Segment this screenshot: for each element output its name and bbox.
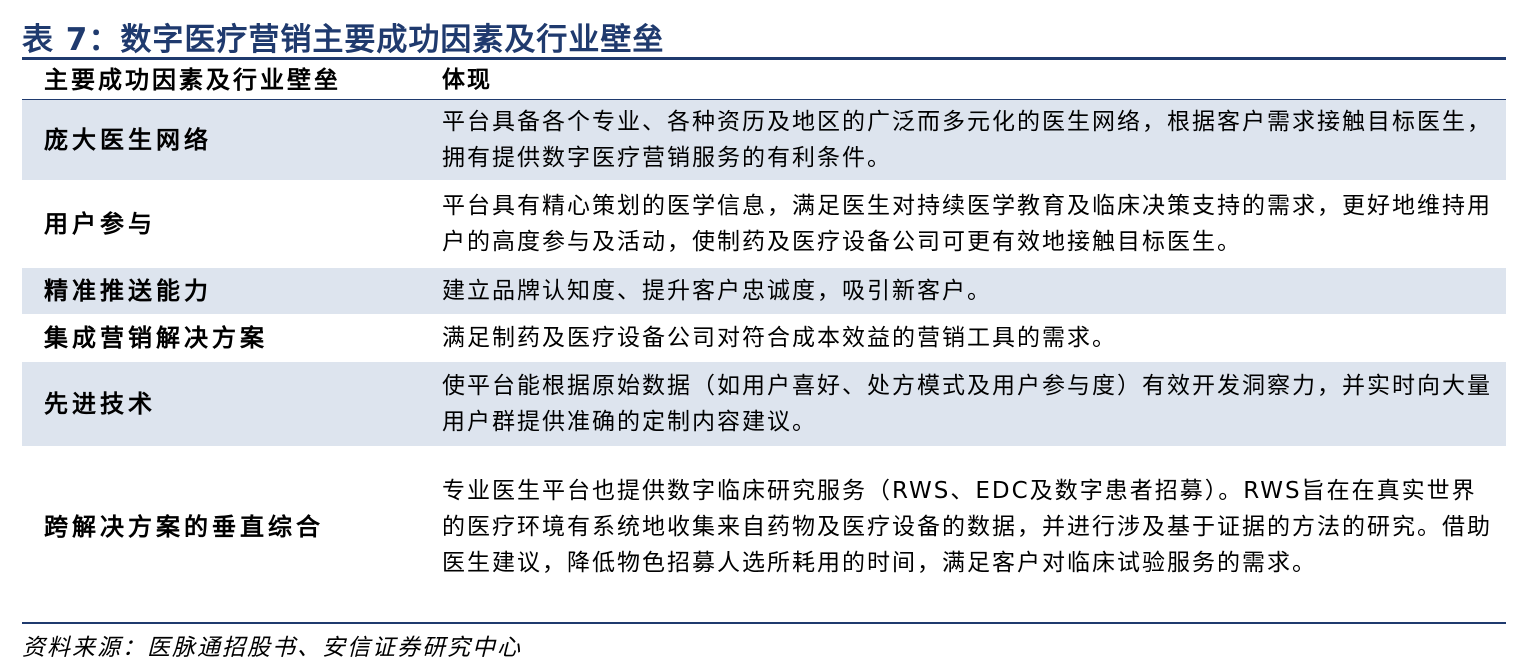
factor-cell: 跨解决方案的垂直综合	[22, 446, 440, 608]
detail-cell: 专业医生平台也提供数字临床研究服务（RWS、EDC及数字患者招募）。RWS旨在在…	[440, 446, 1506, 608]
factor-cell: 精准推送能力	[22, 267, 440, 315]
table-row: 精准推送能力 建立品牌认知度、提升客户忠诚度，吸引新客户。	[22, 267, 1506, 315]
table-row: 集成营销解决方案 满足制药及医疗设备公司对符合成本效益的营销工具的需求。	[22, 314, 1506, 362]
table-header-row: 主要成功因素及行业壁垒 体现	[22, 61, 1506, 100]
detail-cell: 满足制药及医疗设备公司对符合成本效益的营销工具的需求。	[440, 314, 1506, 362]
table-bottom-divider	[22, 622, 1506, 624]
factor-cell: 集成营销解决方案	[22, 314, 440, 362]
table-row: 用户参与 平台具有精心策划的医学信息，满足医生对持续医学教育及临床决策支持的需求…	[22, 180, 1506, 268]
factor-cell: 用户参与	[22, 180, 440, 268]
detail-cell: 平台具备各个专业、各种资历及地区的广泛而多元化的医生网络，根据客户需求接触目标医…	[440, 99, 1506, 181]
title-divider	[22, 57, 1506, 60]
table-row: 跨解决方案的垂直综合 专业医生平台也提供数字临床研究服务（RWS、EDC及数字患…	[22, 446, 1506, 608]
detail-cell: 平台具有精心策划的医学信息，满足医生对持续医学教育及临床决策支持的需求，更好地维…	[440, 180, 1506, 268]
table-row: 庞大医生网络 平台具备各个专业、各种资历及地区的广泛而多元化的医生网络，根据客户…	[22, 99, 1506, 181]
factor-cell: 先进技术	[22, 361, 440, 447]
source-note: 资料来源：医脉通招股书、安信证券研究中心	[22, 635, 522, 661]
table-row: 先进技术 使平台能根据原始数据（如用户喜好、处方模式及用户参与度）有效开发洞察力…	[22, 361, 1506, 447]
header-detail: 体现	[440, 61, 1506, 100]
header-factor: 主要成功因素及行业壁垒	[22, 61, 440, 100]
factor-cell: 庞大医生网络	[22, 99, 440, 181]
detail-cell: 使平台能根据原始数据（如用户喜好、处方模式及用户参与度）有效开发洞察力，并实时向…	[440, 361, 1506, 447]
table-title: 表 7：数字医疗营销主要成功因素及行业壁垒	[22, 22, 665, 58]
success-factors-table: 主要成功因素及行业壁垒 体现 庞大医生网络 平台具备各个专业、各种资历及地区的广…	[22, 61, 1506, 608]
detail-cell: 建立品牌认知度、提升客户忠诚度，吸引新客户。	[440, 267, 1506, 315]
